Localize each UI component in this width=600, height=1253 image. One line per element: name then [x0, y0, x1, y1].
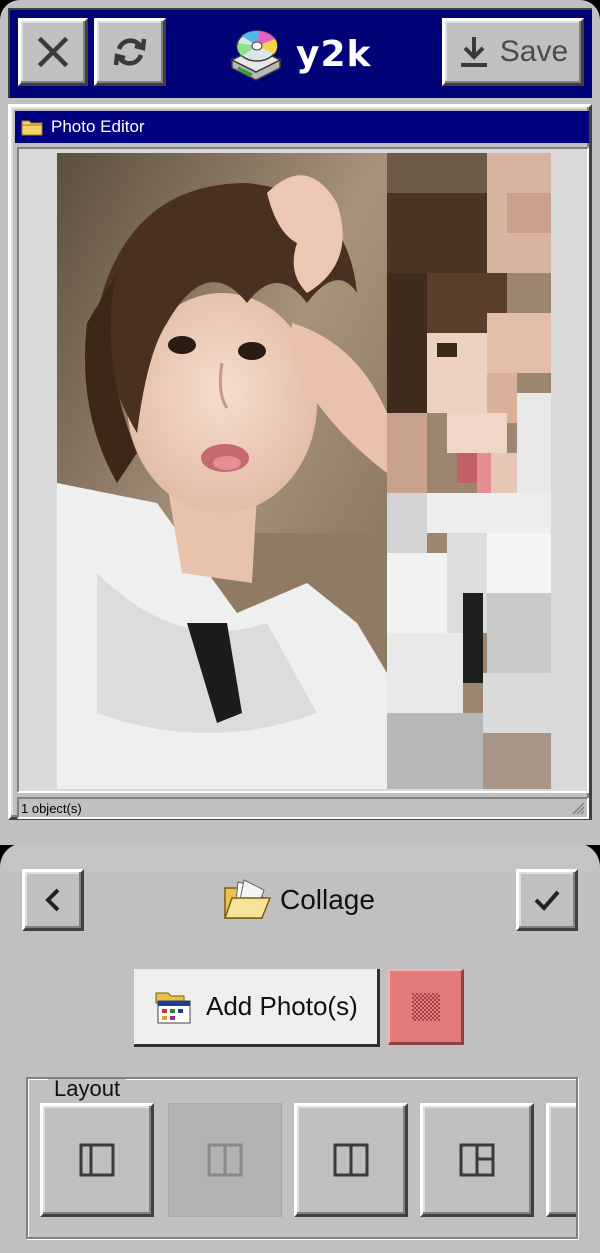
add-image-icon	[155, 992, 191, 1023]
folder-icon	[21, 120, 43, 136]
open-folder-icon	[223, 879, 272, 919]
layout-option-half-split[interactable]	[168, 1103, 282, 1217]
panel-title: Collage	[222, 875, 375, 925]
download-icon	[460, 37, 487, 67]
collage-panel: Collage Add Photo(s) Layout	[0, 843, 600, 1253]
panel-title-text: Collage	[280, 884, 375, 915]
app-name: y2k	[296, 33, 372, 75]
layout-three-panel-icon	[459, 1143, 495, 1177]
top-toolbar: y2k Save	[8, 8, 592, 98]
add-photos-label: Add Photo(s)	[206, 991, 358, 1021]
confirm-button[interactable]	[516, 869, 578, 931]
refresh-button[interactable]	[94, 18, 166, 86]
layout-option-left-panel[interactable]	[40, 1103, 154, 1217]
collage-canvas[interactable]	[17, 147, 589, 793]
close-button[interactable]	[18, 18, 88, 86]
layout-option-more[interactable]	[546, 1103, 576, 1217]
layout-option-two-column[interactable]	[294, 1103, 408, 1217]
save-button[interactable]: Save	[442, 18, 584, 86]
dither-pattern-icon	[411, 992, 440, 1021]
collage-photo-left[interactable]	[57, 153, 387, 789]
close-icon	[37, 36, 69, 68]
photo-editor-window: Photo Editor 1 object(s)	[8, 104, 592, 820]
status-text: 1 object(s)	[21, 800, 82, 816]
editor-title-bar[interactable]: Photo Editor	[15, 111, 589, 143]
app-frame: y2k Save Photo Editor 1 object(s)	[0, 0, 600, 845]
portrait-photo-image	[57, 153, 387, 789]
cd-drive-icon	[230, 30, 282, 81]
layout-option-three-panel[interactable]	[420, 1103, 534, 1217]
add-photos-button[interactable]: Add Photo(s)	[134, 969, 380, 1047]
back-button[interactable]	[22, 869, 84, 931]
background-color-button[interactable]	[388, 969, 464, 1045]
layout-label: Layout	[48, 1079, 127, 1101]
save-button-label: Save	[499, 35, 569, 68]
status-bar: 1 object(s)	[17, 797, 589, 819]
layout-two-column-icon	[333, 1143, 369, 1177]
checkmark-icon	[534, 890, 560, 911]
layout-left-panel-icon	[79, 1143, 115, 1177]
chevron-left-icon	[45, 888, 60, 912]
collage-photo-right-pixelated[interactable]	[387, 153, 551, 789]
pixelated-photo-image	[387, 153, 551, 789]
resize-grip-icon[interactable]	[569, 799, 585, 815]
layout-half-split-icon	[207, 1143, 243, 1177]
app-logo: y2k	[224, 24, 371, 84]
editor-title: Photo Editor	[51, 117, 145, 136]
layout-group: Layout	[26, 1077, 578, 1239]
refresh-icon	[113, 38, 147, 66]
